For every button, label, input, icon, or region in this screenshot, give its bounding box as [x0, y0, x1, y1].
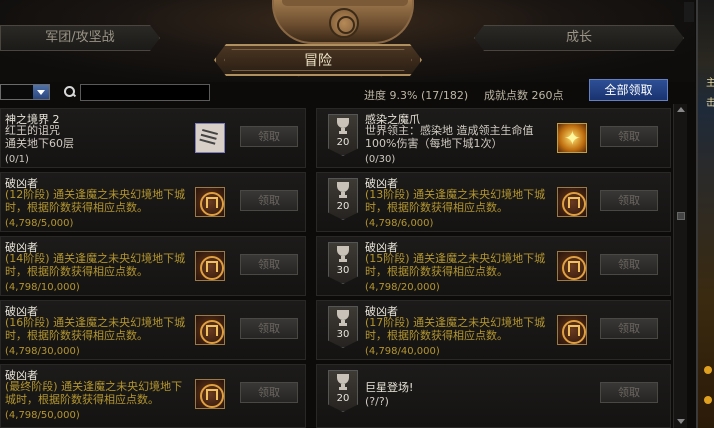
- trophy-badge: 30: [328, 242, 358, 284]
- emblem-icon[interactable]: [195, 251, 225, 281]
- emblem-icon[interactable]: [557, 315, 587, 345]
- list-scrollbar[interactable]: [673, 104, 687, 428]
- achievement-card: 20 感染之魔爪 世界领主：感染地 造成领主生命值100%伤害（每地下城1次） …: [316, 108, 671, 168]
- tab-legion-siege[interactable]: 军团/攻坚战: [0, 25, 160, 51]
- window-edge: [684, 2, 694, 22]
- tab-growth[interactable]: 成长: [474, 25, 684, 51]
- emblem-icon[interactable]: [195, 379, 225, 409]
- achievement-card: 破凶者 (12阶段) 通关逢魔之未央幻境地下城时，根据阶数获得相应点数。 (4,…: [0, 172, 306, 232]
- trophy-badge: 30: [328, 306, 358, 348]
- achievement-points-text: 成就点数 260点: [484, 89, 564, 102]
- claim-button[interactable]: 领取: [240, 190, 298, 211]
- claim-button[interactable]: 领取: [600, 382, 658, 403]
- scroll-up-icon[interactable]: [677, 107, 685, 112]
- emblem-icon[interactable]: [557, 251, 587, 281]
- achievement-card: 破凶者 (14阶段) 通关逢魔之未央幻境地下城时，根据阶数获得相应点数。 (4,…: [0, 236, 306, 296]
- star-burst-icon[interactable]: [557, 123, 587, 153]
- achievement-card: 30 破凶者 (17阶段) 通关逢魔之未央幻境地下城时，根据阶数获得相应点数。 …: [316, 300, 671, 360]
- claim-button[interactable]: 领取: [240, 382, 298, 403]
- progress-text: 进度 9.3% (17/182): [364, 89, 469, 102]
- claim-button[interactable]: 领取: [240, 318, 298, 339]
- trophy-icon: [337, 118, 349, 131]
- achievement-card: 20 巨星登场! (?/?) 领取: [316, 364, 671, 428]
- achievement-card: 20 破凶者 (13阶段) 通关逢魔之未央幻境地下城时，根据阶数获得相应点数。 …: [316, 172, 671, 232]
- trophy-icon: [337, 182, 349, 195]
- claim-button[interactable]: 领取: [600, 126, 658, 147]
- achievement-card: 破凶者 (16阶段) 通关逢魔之未央幻境地下城时，根据阶数获得相应点数。 (4,…: [0, 300, 306, 360]
- emblem-icon[interactable]: [195, 315, 225, 345]
- paper-scroll-icon[interactable]: [195, 123, 225, 153]
- scroll-emblem-icon: [272, 0, 414, 44]
- scroll-down-icon[interactable]: [677, 419, 685, 424]
- trophy-badge: 20: [328, 178, 358, 220]
- strip-label-mid: 击: [706, 98, 714, 109]
- claim-button[interactable]: 领取: [240, 254, 298, 275]
- background-window-strip: [696, 0, 714, 428]
- emblem-icon[interactable]: [557, 187, 587, 217]
- search-input[interactable]: [80, 84, 210, 101]
- category-dropdown[interactable]: [0, 84, 50, 100]
- trophy-icon: [337, 374, 349, 387]
- claim-button[interactable]: 领取: [600, 254, 658, 275]
- search-icon: [64, 86, 76, 98]
- tab-adventure[interactable]: 冒险: [214, 44, 422, 76]
- achievement-card: 破凶者 (最终阶段) 通关逢魔之未央幻境地下城时，根据阶数获得相应点数。 (4,…: [0, 364, 306, 428]
- notification-dot-icon: [704, 366, 712, 374]
- claim-button[interactable]: 领取: [240, 126, 298, 147]
- trophy-badge: 20: [328, 370, 358, 412]
- achievement-card: 30 破凶者 (15阶段) 通关逢魔之未央幻境地下城时，根据阶数获得相应点数。 …: [316, 236, 671, 296]
- notification-dot-icon: [704, 396, 712, 404]
- scroll-thumb[interactable]: [677, 212, 685, 220]
- trophy-badge: 20: [328, 114, 358, 156]
- claim-button[interactable]: 领取: [600, 318, 658, 339]
- claim-button[interactable]: 领取: [600, 190, 658, 211]
- claim-all-button[interactable]: 全部领取: [589, 79, 668, 101]
- strip-label-top: 主: [706, 78, 714, 89]
- chevron-down-icon[interactable]: [33, 85, 49, 99]
- achievement-card: 神之境界 2 红王的诅咒 通关地下60层 (0/1) 领取: [0, 108, 306, 168]
- trophy-icon: [337, 246, 349, 259]
- emblem-icon[interactable]: [195, 187, 225, 217]
- trophy-icon: [337, 310, 349, 323]
